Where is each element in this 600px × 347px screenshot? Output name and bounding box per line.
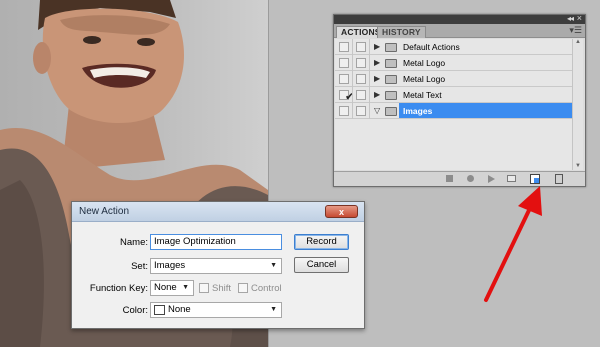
chevron-down-icon: ▼ (270, 306, 277, 313)
toggle-item-checkbox[interactable] (339, 106, 349, 116)
folder-icon (385, 91, 397, 100)
close-panel-icon[interactable]: × (577, 13, 582, 23)
control-label: Control (251, 283, 282, 294)
panel-scrollbar[interactable]: ▲ ▼ (572, 39, 583, 170)
scroll-down-icon[interactable]: ▼ (575, 163, 581, 169)
action-set-name: Images (403, 106, 433, 116)
close-icon[interactable]: x (325, 205, 358, 218)
new-set-icon[interactable] (507, 175, 516, 182)
cancel-button[interactable]: Cancel (294, 257, 349, 273)
collapse-panel-icon[interactable]: ◂◂ (567, 14, 574, 23)
toggle-dialog-checkbox[interactable] (356, 74, 366, 84)
toggle-item-checkbox[interactable] (339, 58, 349, 68)
record-icon[interactable] (467, 175, 474, 182)
tab-history[interactable]: HISTORY (377, 26, 426, 38)
set-label: Set: (131, 261, 148, 272)
stop-icon[interactable] (446, 175, 453, 182)
action-set-name: Metal Logo (403, 58, 446, 68)
toggle-item-checkbox[interactable] (339, 42, 349, 52)
toggle-dialog-checkbox[interactable] (356, 90, 366, 100)
control-checkbox[interactable] (238, 283, 248, 293)
color-select[interactable]: None ▼ (150, 302, 282, 318)
list-item[interactable]: ▶ Metal Logo (335, 55, 573, 71)
actions-list: ▶ Default Actions ▶ Metal Logo ▶ Metal L… (335, 39, 573, 170)
red-arrow-icon (484, 186, 542, 302)
set-select[interactable]: Images ▼ (150, 258, 282, 274)
expand-triangle-icon[interactable]: ▶ (374, 42, 380, 51)
actions-panel: ◂◂ × ACTIONS HISTORY ▾☰ ▶ Default Action… (333, 13, 586, 187)
expand-triangle-icon[interactable]: ▶ (374, 74, 380, 83)
color-value: None (168, 304, 191, 315)
color-swatch-icon (154, 305, 165, 315)
action-set-name: Metal Logo (403, 74, 446, 84)
expand-triangle-icon[interactable]: ▶ (374, 90, 380, 99)
toggle-dialog-checkbox[interactable] (356, 58, 366, 68)
chevron-down-icon: ▼ (182, 284, 189, 291)
folder-icon (385, 107, 397, 116)
panel-menu-icon[interactable]: ▾☰ (569, 25, 582, 36)
shift-checkbox[interactable] (199, 283, 209, 293)
list-item[interactable]: ✔ ▶ Metal Text (335, 87, 573, 103)
record-button[interactable]: Record (294, 234, 349, 250)
function-key-select[interactable]: None ▼ (150, 280, 194, 296)
name-label: Name: (120, 237, 148, 248)
chevron-down-icon: ▼ (270, 262, 277, 269)
shift-label: Shift (212, 283, 232, 294)
folder-icon (385, 75, 397, 84)
panel-tab-bar: ACTIONS HISTORY ▾☰ (334, 24, 585, 38)
panel-titlebar[interactable]: ◂◂ × (334, 13, 585, 24)
dialog-title: New Action (79, 206, 130, 217)
scroll-up-icon[interactable]: ▲ (575, 39, 581, 45)
expand-triangle-icon[interactable]: ▶ (374, 58, 380, 67)
toggle-item-checkbox[interactable]: ✔ (339, 90, 354, 103)
dialog-body: Name: Image Optimization Set: Images ▼ F… (72, 222, 364, 328)
list-item[interactable]: ▶ Default Actions (335, 39, 573, 55)
function-key-label: Function Key: (89, 283, 148, 294)
name-field[interactable]: Image Optimization (150, 234, 282, 250)
dialog-titlebar[interactable]: New Action x (72, 202, 364, 222)
collapse-triangle-icon[interactable]: ▽ (374, 106, 380, 115)
toggle-item-checkbox[interactable] (339, 74, 349, 84)
action-set-name: Default Actions (403, 42, 460, 52)
new-action-dialog: New Action x Name: Image Optimization Se… (71, 201, 365, 329)
list-item-selected[interactable]: ▽ Images (335, 103, 573, 119)
toggle-dialog-checkbox[interactable] (356, 106, 366, 116)
folder-icon (385, 59, 397, 68)
set-select-value: Images (154, 260, 186, 271)
function-key-value: None (154, 282, 177, 293)
toggle-dialog-checkbox[interactable] (356, 42, 366, 52)
list-item[interactable]: ▶ Metal Logo (335, 71, 573, 87)
color-label: Color: (122, 305, 148, 316)
trash-icon[interactable] (555, 174, 563, 184)
action-set-name: Metal Text (403, 90, 442, 100)
folder-icon (385, 43, 397, 52)
